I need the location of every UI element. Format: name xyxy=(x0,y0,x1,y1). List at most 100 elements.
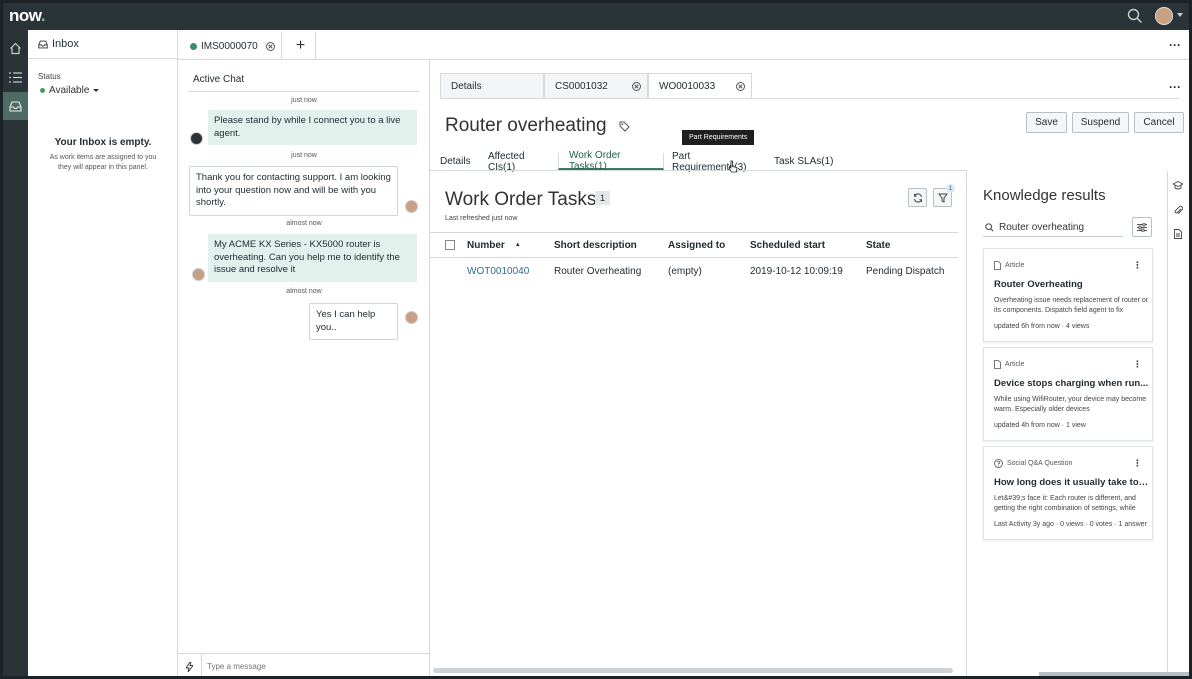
knowledge-card[interactable]: Article ⋮ Device stops charging when run… xyxy=(983,347,1153,441)
knowledge-search-input[interactable]: Router overheating xyxy=(983,218,1123,237)
chat-message: My ACME KX Series - KX5000 router is ove… xyxy=(208,234,417,282)
tag-icon[interactable] xyxy=(619,121,630,132)
filter-icon xyxy=(937,193,948,203)
tab-label: CS0001032 xyxy=(555,81,608,92)
message-timestamp: just now xyxy=(291,97,317,104)
tab-affected-cis[interactable]: Affected CIs(1) xyxy=(488,151,558,173)
card-title[interactable]: How long does it usually take to ... xyxy=(994,477,1149,488)
status-strip xyxy=(1039,672,1189,676)
column-header-state[interactable]: State xyxy=(866,233,890,257)
filter-button[interactable]: 1 xyxy=(933,184,955,207)
more-options-icon[interactable]: ⋮ xyxy=(1133,359,1142,370)
document-icon[interactable] xyxy=(1172,228,1184,240)
close-icon[interactable] xyxy=(632,82,641,91)
chevron-down-icon xyxy=(93,89,100,92)
more-options-icon[interactable]: ⋮ xyxy=(1133,260,1142,271)
tab-ims0000070[interactable]: IMS0000070 xyxy=(182,32,282,60)
contextual-rail xyxy=(1169,171,1189,676)
more-options-icon[interactable]: ··· xyxy=(1169,80,1181,94)
card-title[interactable]: Device stops charging when run... xyxy=(994,378,1149,389)
column-header-assigned-to[interactable]: Assigned to xyxy=(668,233,725,257)
knowledge-panel: Knowledge results Router overheating Art… xyxy=(968,171,1168,676)
home-icon[interactable] xyxy=(3,34,28,62)
inbox-icon[interactable] xyxy=(3,92,28,120)
chat-title: Active Chat xyxy=(193,74,245,85)
top-bar: now. xyxy=(3,3,1189,30)
lightning-icon[interactable] xyxy=(178,653,202,676)
status-dropdown[interactable]: Available xyxy=(40,85,100,96)
card-description: Overheating issue needs replacement of r… xyxy=(994,297,1149,314)
chat-panel: Active Chat just now Please stand by whi… xyxy=(178,60,430,676)
filter-count-badge: 1 xyxy=(946,184,955,193)
table-row[interactable]: WOT0010040 Router Overheating (empty) 20… xyxy=(430,258,958,285)
cancel-button[interactable]: Cancel xyxy=(1134,112,1184,133)
select-all-checkbox[interactable] xyxy=(445,233,455,257)
status-dot-icon xyxy=(40,88,45,93)
plus-icon: + xyxy=(295,37,306,54)
knowledge-title: Knowledge results xyxy=(983,187,1106,204)
tab-part-requirements[interactable]: Part Requirements(3) xyxy=(664,151,774,173)
tab-label: IMS0000070 xyxy=(201,40,258,52)
record-tabs: Details CS0001032 WO0010033 xyxy=(440,73,752,99)
logo[interactable]: now. xyxy=(9,6,46,26)
search-icon xyxy=(985,222,994,232)
tooltip: Part Requirements xyxy=(682,130,755,145)
chat-message: Yes I can help you.. xyxy=(309,303,398,340)
card-description: While using WifiRouter, your device may … xyxy=(994,396,1147,413)
more-options-icon[interactable]: ⋮ xyxy=(1133,458,1142,469)
customer-avatar xyxy=(192,268,205,281)
cell-scheduled-start: 2019-10-12 10:09:19 xyxy=(750,266,843,277)
card-type: Social Q&A Question xyxy=(994,459,1072,468)
column-header-number[interactable]: Number ▲ xyxy=(467,233,521,257)
inbox-empty-title: Your Inbox is empty. xyxy=(54,137,152,148)
list-icon[interactable] xyxy=(3,63,28,91)
refresh-button[interactable] xyxy=(908,188,927,207)
sort-ascending-icon: ▲ xyxy=(514,242,521,248)
message-timestamp: almost now xyxy=(286,220,322,227)
suspend-button[interactable]: Suspend xyxy=(1072,112,1129,133)
close-icon[interactable] xyxy=(736,82,745,91)
tab-task-slas[interactable]: Task SLAs(1) xyxy=(774,153,844,170)
paperclip-icon[interactable] xyxy=(1172,204,1184,216)
more-options-icon[interactable]: ··· xyxy=(1169,38,1181,52)
knowledge-card[interactable]: Article ⋮ Router Overheating Overheating… xyxy=(983,248,1153,342)
search-settings-button[interactable] xyxy=(1132,217,1152,237)
message-input[interactable] xyxy=(207,662,407,671)
document-icon xyxy=(994,261,1001,270)
horizontal-scrollbar[interactable] xyxy=(433,668,953,673)
tab-wo0010033[interactable]: WO0010033 xyxy=(648,73,752,99)
cell-short-description: Router Overheating xyxy=(554,266,642,277)
user-avatar[interactable] xyxy=(1155,7,1173,25)
inbox-title: Inbox xyxy=(52,38,79,50)
chat-input-bar xyxy=(178,653,430,676)
inbox-panel: Inbox Status Available Your Inbox is emp… xyxy=(28,30,178,676)
column-header-short-description[interactable]: Short description xyxy=(554,233,637,257)
search-icon[interactable] xyxy=(1127,8,1143,24)
close-icon[interactable] xyxy=(266,42,275,51)
card-title[interactable]: Router Overheating xyxy=(994,279,1149,290)
divider xyxy=(440,98,1179,99)
tab-details[interactable]: Details xyxy=(440,73,544,99)
agent-avatar xyxy=(405,200,418,213)
knowledge-hat-icon[interactable] xyxy=(1172,179,1184,191)
knowledge-card[interactable]: Social Q&A Question ⋮ How long does it u… xyxy=(983,446,1153,540)
inbox-icon xyxy=(38,40,48,48)
chat-bubble-icon xyxy=(190,42,197,50)
chevron-down-icon[interactable] xyxy=(1177,13,1183,17)
card-type: Article xyxy=(994,261,1024,270)
record-link[interactable]: WOT0010040 xyxy=(467,258,529,285)
column-header-scheduled-start[interactable]: Scheduled start xyxy=(750,233,825,257)
bot-avatar xyxy=(190,132,203,145)
divider xyxy=(188,91,419,92)
tab-work-order-tasks[interactable]: Work Order Tasks(1) xyxy=(558,150,664,172)
card-description: Let&#39;s face it: Each router is differ… xyxy=(994,495,1136,512)
save-button[interactable]: Save xyxy=(1026,112,1067,133)
tab-details[interactable]: Details xyxy=(440,153,488,170)
inbox-header: Inbox xyxy=(28,30,177,59)
record-title: Router overheating xyxy=(445,115,607,136)
tab-cs0001032[interactable]: CS0001032 xyxy=(544,73,648,99)
card-meta: updated 4h from now · 1 view xyxy=(994,422,1086,429)
question-icon xyxy=(994,459,1003,468)
add-tab-button[interactable]: + xyxy=(286,32,316,60)
card-meta: updated 6h from now · 4 views xyxy=(994,323,1090,330)
